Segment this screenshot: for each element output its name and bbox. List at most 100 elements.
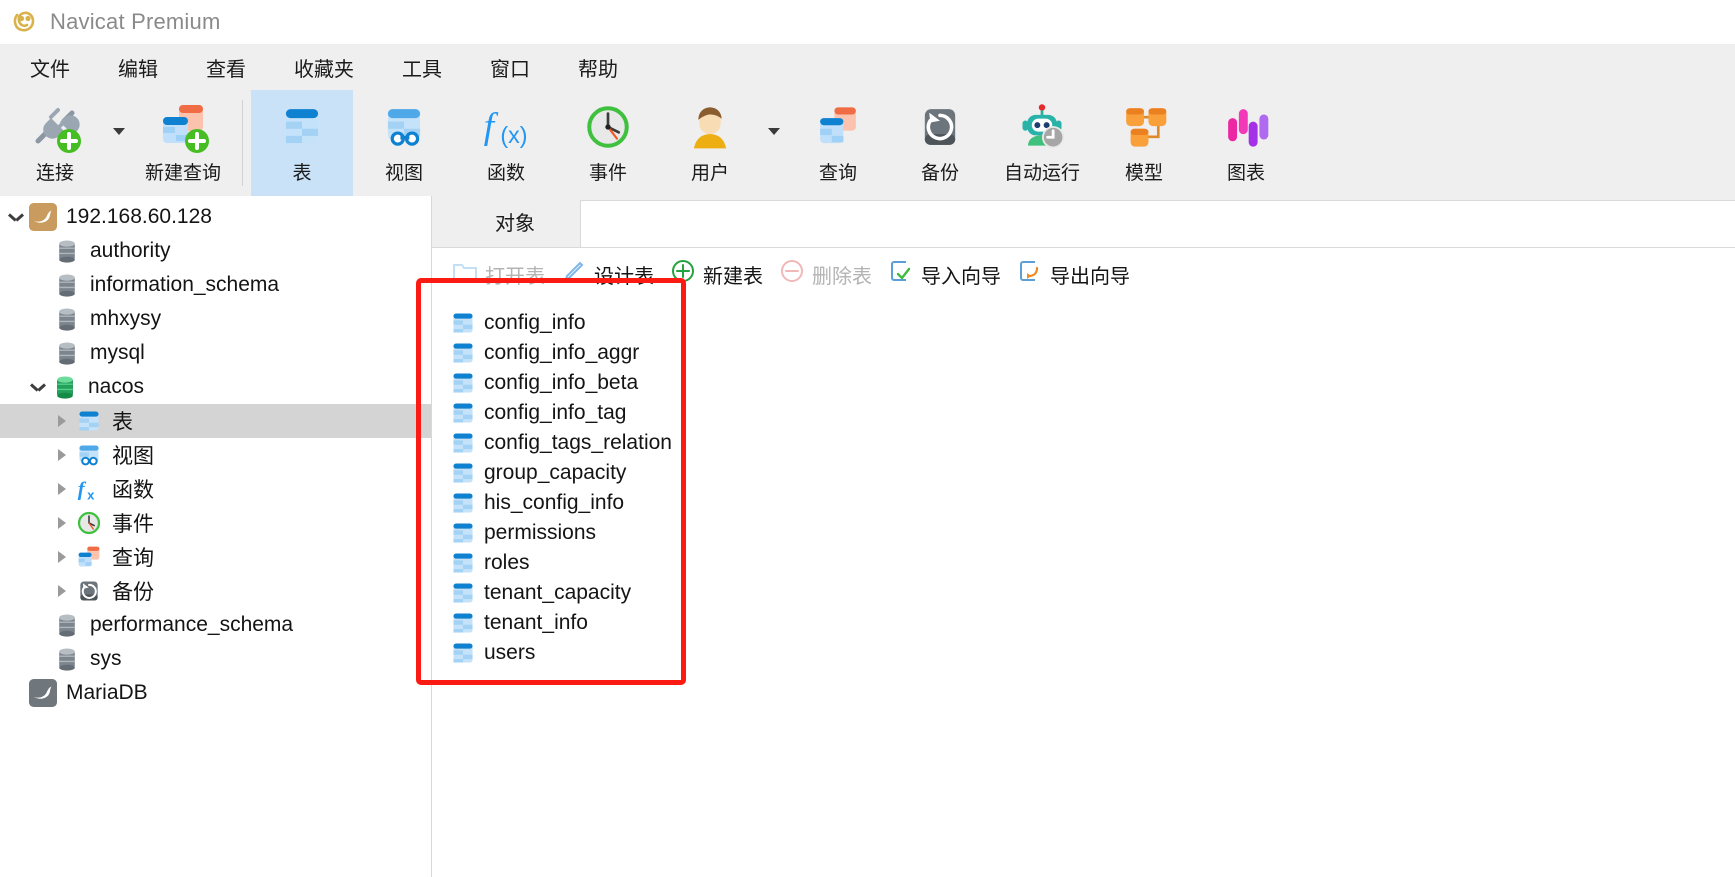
tree-node-tables[interactable]: 表: [0, 404, 431, 438]
ribbon-button-charts[interactable]: 图表: [1195, 90, 1297, 196]
function-fx-icon: f (x): [480, 98, 532, 156]
database-gray-icon: [52, 304, 82, 334]
ribbon-label-views: 视图: [384, 163, 423, 184]
database-gray-icon: [52, 270, 82, 300]
tree-node-connection[interactable]: 192.168.60.128: [0, 200, 431, 234]
menu-help[interactable]: 帮助: [554, 49, 642, 86]
tree-node-database-mhxysy[interactable]: mhxysy: [0, 302, 431, 336]
new-table-button[interactable]: 新建表: [668, 256, 773, 292]
tree-node-database-sys[interactable]: sys: [0, 642, 431, 676]
table-name: users: [484, 641, 536, 664]
table-list-item[interactable]: config_info: [432, 308, 1735, 338]
table-name: config_info_aggr: [484, 341, 640, 364]
table-list: config_info config_info_aggr config_info…: [432, 300, 1735, 877]
table-list-item[interactable]: config_tags_relation: [432, 428, 1735, 458]
ribbon-button-functions[interactable]: f (x) 函数: [455, 90, 557, 196]
twisty-collapsed-icon[interactable]: [50, 404, 74, 438]
table-list-item[interactable]: roles: [432, 548, 1735, 578]
chevron-down-icon: [768, 127, 780, 135]
tree-node-backup[interactable]: 备份: [0, 574, 431, 608]
tree-node-functions[interactable]: f x 函数: [0, 472, 431, 506]
table-name: config_info_beta: [484, 371, 639, 394]
twisty-expanded-icon[interactable]: [26, 370, 50, 404]
ribbon-button-tables[interactable]: 表: [251, 90, 353, 196]
open-table-label: 打开表: [485, 265, 545, 288]
tree-node-database-authority[interactable]: authority: [0, 234, 431, 268]
new-query-add-icon: [155, 98, 211, 156]
import-wizard-button[interactable]: 导入向导: [886, 256, 1011, 292]
tree-node-database-performance-schema[interactable]: performance_schema: [0, 608, 431, 642]
ribbon-button-backup[interactable]: 备份: [889, 90, 991, 196]
design-table-button[interactable]: 设计表: [559, 256, 664, 292]
query-icon: [74, 542, 104, 572]
table-list-item[interactable]: group_capacity: [432, 458, 1735, 488]
new-table-label: 新建表: [703, 265, 763, 288]
menu-file[interactable]: 文件: [6, 49, 94, 86]
twisty-collapsed-icon[interactable]: [50, 540, 74, 574]
menu-tools[interactable]: 工具: [378, 49, 466, 86]
chevron-down-icon: [113, 127, 125, 135]
tree-node-events[interactable]: 事件: [0, 506, 431, 540]
table-list-item[interactable]: permissions: [432, 518, 1735, 548]
ribbon-button-new-query[interactable]: 新建查询: [132, 90, 234, 196]
tree-node-database-information-schema[interactable]: information_schema: [0, 268, 431, 302]
users-dropdown-caret[interactable]: [761, 90, 787, 196]
table-list-item[interactable]: config_info_aggr: [432, 338, 1735, 368]
delete-table-button[interactable]: 删除表: [777, 256, 882, 292]
ribbon-button-automation[interactable]: 自动运行: [991, 90, 1093, 196]
tree-node-queries[interactable]: 查询: [0, 540, 431, 574]
tree-label: performance_schema: [90, 613, 294, 636]
ribbon-button-events[interactable]: 事件: [557, 90, 659, 196]
table-list-item[interactable]: tenant_capacity: [432, 578, 1735, 608]
ribbon-button-connection[interactable]: 连接: [4, 90, 106, 196]
connection-tree-panel: 192.168.60.128 authority information_sch…: [0, 196, 432, 877]
function-fx-icon: f x: [74, 474, 104, 504]
tree-label: 视图: [112, 445, 154, 468]
table-list-item[interactable]: his_config_info: [432, 488, 1735, 518]
twisty-collapsed-icon[interactable]: [50, 472, 74, 506]
ribbon-button-model[interactable]: 模型: [1093, 90, 1195, 196]
twisty-collapsed-icon[interactable]: [50, 438, 74, 472]
twisty-expanded-icon[interactable]: [4, 200, 28, 234]
table-list-item[interactable]: users: [432, 638, 1735, 668]
tree-node-views[interactable]: 视图: [0, 438, 431, 472]
menu-view[interactable]: 查看: [182, 49, 270, 86]
query-icon: [813, 98, 863, 156]
ribbon-label-automation: 自动运行: [1003, 163, 1080, 184]
twisty-collapsed-icon[interactable]: [50, 506, 74, 540]
tree-node-database-mysql[interactable]: mysql: [0, 336, 431, 370]
connection-dropdown-caret[interactable]: [106, 90, 132, 196]
tree-node-connection-mariadb[interactable]: MariaDB: [0, 676, 431, 710]
table-name: tenant_info: [484, 611, 588, 634]
tree-node-database-nacos[interactable]: nacos: [0, 370, 431, 404]
backup-restore-icon: [915, 98, 965, 156]
ribbon-button-queries[interactable]: 查询: [787, 90, 889, 196]
title-bar: Navicat Premium: [0, 0, 1735, 44]
table-list-item[interactable]: config_info_beta: [432, 368, 1735, 398]
ribbon-button-views[interactable]: 视图: [353, 90, 455, 196]
menu-window[interactable]: 窗口: [466, 49, 554, 86]
tab-strip-filler: [580, 200, 1735, 247]
tree-label: 备份: [112, 581, 154, 604]
open-table-button[interactable]: 打开表: [450, 256, 555, 292]
database-gray-icon: [52, 610, 82, 640]
menu-edit[interactable]: 编辑: [94, 49, 182, 86]
menu-bar: 文件 编辑 查看 收藏夹 工具 窗口 帮助: [0, 44, 1735, 90]
table-list-item[interactable]: config_info_tag: [432, 398, 1735, 428]
svg-text:x: x: [87, 487, 95, 502]
object-action-bar: 打开表 设计表 新建表 删除表 导入向导 导出向导: [432, 248, 1735, 300]
tab-objects[interactable]: 对象: [450, 196, 580, 247]
chart-bars-icon: [1221, 98, 1271, 156]
event-clock-icon: [74, 508, 104, 538]
table-icon: [448, 340, 478, 366]
twisty-collapsed-icon[interactable]: [50, 574, 74, 608]
table-icon: [448, 490, 478, 516]
ribbon-button-users[interactable]: 用户: [659, 90, 761, 196]
table-name: config_info_tag: [484, 401, 627, 424]
table-list-item[interactable]: tenant_info: [432, 608, 1735, 638]
user-person-icon: [685, 98, 735, 156]
export-wizard-label: 导出向导: [1050, 265, 1130, 288]
menu-favorites[interactable]: 收藏夹: [270, 49, 378, 86]
export-wizard-button[interactable]: 导出向导: [1015, 256, 1140, 292]
mariadb-seal-icon: [28, 678, 58, 708]
